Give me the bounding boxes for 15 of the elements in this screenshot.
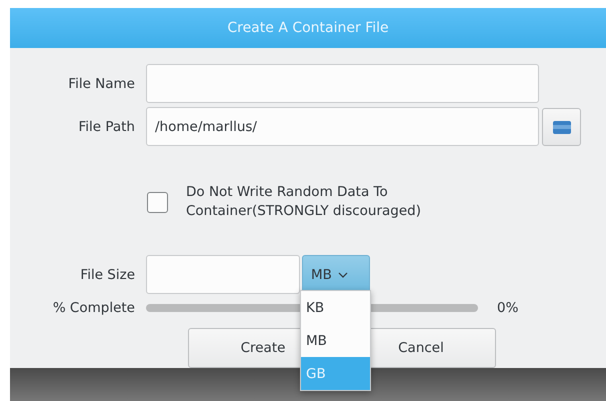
checkbox[interactable] xyxy=(147,192,168,212)
folder-icon xyxy=(552,118,572,134)
file-name-field[interactable] xyxy=(146,64,539,103)
field-label: File Path xyxy=(77,118,135,134)
menu-item[interactable]: KB xyxy=(301,291,370,324)
field-label: File Name xyxy=(67,76,135,92)
browse-button[interactable] xyxy=(542,108,581,146)
progress-reading: 0% xyxy=(497,300,518,316)
progress-label: % Complete xyxy=(52,300,135,316)
checkbox-label: Do Not Write Random Data To Container(STRONGLY discouraged) xyxy=(186,183,422,221)
file-path-field[interactable]: /home/marllus/ xyxy=(146,107,539,146)
file-size-field[interactable] xyxy=(146,255,300,294)
chevron-icon xyxy=(338,272,348,278)
window-title: Create A Container File xyxy=(10,8,606,48)
field-label: File Size xyxy=(79,266,135,282)
